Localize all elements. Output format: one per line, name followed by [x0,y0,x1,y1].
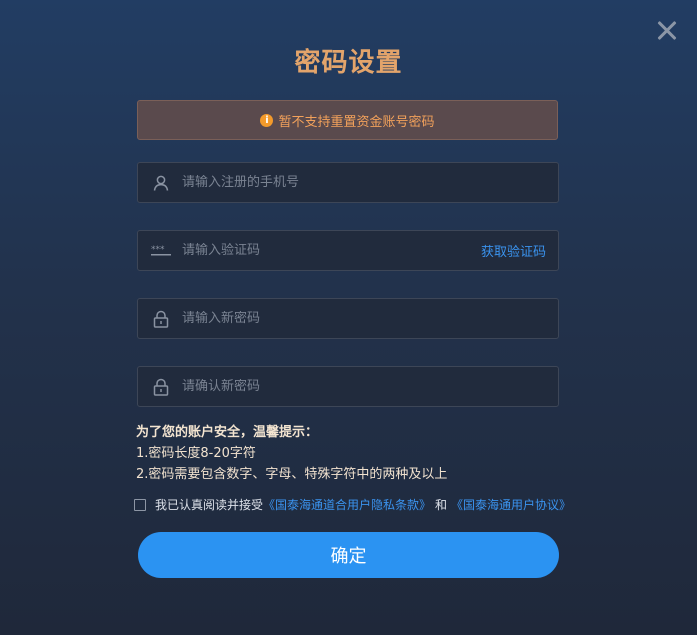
security-tips: 为了您的账户安全，温馨提示： 1.密码长度8-20字符 2.密码需要包含数字、字… [136,422,447,485]
info-icon: i [260,113,274,127]
lock-icon [151,309,171,329]
new-password-field [137,298,559,339]
password-dots-icon: *** [151,241,171,261]
svg-text:***: *** [151,245,165,255]
confirm-password-input[interactable] [182,379,558,394]
get-code-button[interactable]: 获取验证码 [481,241,546,260]
tips-line-2: 2.密码需要包含数字、字母、特殊字符中的两种及以上 [136,467,448,482]
phone-input[interactable] [182,175,558,190]
confirm-password-field [137,366,559,407]
password-reset-dialog: 密码设置 i 暂不支持重置资金账号密码 *** 获取验证码 [0,0,697,635]
user-agreement-link[interactable]: 《国泰海通用户协议》 [451,496,571,513]
dialog-title: 密码设置 [294,48,403,78]
lock-icon [151,377,171,397]
agreement-checkbox[interactable] [134,498,146,511]
code-input[interactable] [182,243,481,258]
user-icon [151,173,171,193]
code-field: *** 获取验证码 [137,230,559,271]
agreement-row: 我已认真阅读并接受 《国泰海通道合用户隐私条款》 和 《国泰海通用户协议》 [134,496,571,513]
notice-banner: i 暂不支持重置资金账号密码 [137,100,558,140]
notice-text: 暂不支持重置资金账号密码 [278,114,435,130]
agreement-prefix: 我已认真阅读并接受 [155,498,264,512]
tips-title: 为了您的账户安全，温馨提示： [136,425,319,440]
agreement-and: 和 [435,498,448,512]
phone-field [137,162,559,203]
new-password-input[interactable] [182,311,558,326]
privacy-terms-link[interactable]: 《国泰海通道合用户隐私条款》 [263,496,431,513]
confirm-button[interactable]: 确定 [138,532,559,578]
tips-line-1: 1.密码长度8-20字符 [136,446,256,461]
